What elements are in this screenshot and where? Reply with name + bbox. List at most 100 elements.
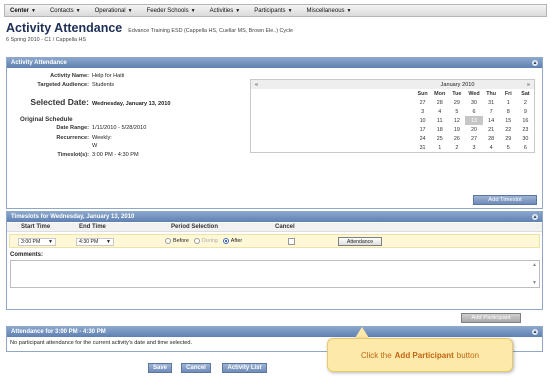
calendar-day[interactable]: 19 [448,125,465,134]
audience-row: Targeted Audience: Students [7,82,114,88]
radio-before[interactable]: Before [165,238,189,244]
calendar-day[interactable]: 8 [500,107,517,116]
collapse-icon[interactable]: ▴ [532,329,538,335]
calendar-day[interactable]: 3 [414,107,431,116]
calendar-day[interactable]: 31 [483,98,500,107]
radio-during[interactable]: During [193,238,218,244]
instruction-tooltip: Click the Add Participant button [327,338,513,372]
menu-activities[interactable]: Activities ▼ [210,8,241,14]
calendar-day[interactable]: 3 [465,143,482,152]
calendar-day[interactable]: 28 [483,134,500,143]
calendar-day[interactable]: 13 [465,116,483,125]
cancel-button[interactable]: Cancel [181,363,211,373]
calendar-day[interactable]: 30 [465,98,482,107]
calendar-day[interactable]: 14 [483,116,500,125]
calendar-day[interactable]: 29 [448,98,465,107]
calendar-day[interactable]: 11 [431,116,448,125]
menu-label: Feeder Schools [146,7,189,14]
tooltip-suffix: button [456,350,480,360]
calendar-day[interactable]: 26 [448,134,465,143]
radio-after[interactable]: After [222,238,243,244]
calendar-day[interactable]: 7 [483,107,500,116]
calendar-day[interactable]: 30 [517,134,534,143]
start-time-select[interactable]: 3:00 PM ▼ [18,238,56,246]
menu-contacts[interactable]: Contacts ▼ [50,8,81,14]
calendar-day[interactable]: 27 [465,134,482,143]
prev-month-icon[interactable]: « [255,82,258,88]
menu-miscellaneous[interactable]: Miscellaneous ▼ [307,8,352,14]
chevron-down-icon: ▼ [346,7,352,14]
attendance-button[interactable]: Attendance [338,237,382,246]
add-timeslot-button[interactable]: Add Timeslot [473,195,537,205]
scroll-up-icon[interactable]: ▲ [532,262,537,268]
radio-during-label: During [201,238,218,244]
calendar-day[interactable]: 31 [414,143,431,152]
collapse-icon[interactable]: ▴ [532,214,538,220]
add-participant-button[interactable]: Add Participant [461,313,521,323]
cancel-checkbox[interactable] [288,238,295,245]
activity-list-button[interactable]: Activity List [222,363,267,373]
period-selection: Before During After [165,238,242,244]
start-time-value: 3:00 PM [21,239,41,245]
calendar-day[interactable]: 9 [517,107,534,116]
calendar-day[interactable]: 10 [414,116,431,125]
calendar-day[interactable]: 18 [431,125,448,134]
calendar-day[interactable]: 23 [517,125,534,134]
menu-center[interactable]: Center ▼ [10,8,36,14]
menu-participants[interactable]: Participants ▼ [254,8,292,14]
calendar-day[interactable]: 17 [414,125,431,134]
activity-name-row: Activity Name: Help for Haiti [19,73,124,79]
date-range-value: 1/11/2010 - 5/28/2010 [92,125,147,131]
end-time-select[interactable]: 4:30 PM ▼ [76,238,114,246]
calendar-weekday: Fri [504,90,512,97]
calendar-day[interactable]: 5 [500,143,517,152]
col-start-time: Start Time [21,224,51,230]
calendar-header: « January 2010 » [251,80,534,89]
calendar-day[interactable]: 15 [500,116,517,125]
tooltip-prefix: Click the [360,350,392,360]
calendar-day[interactable]: 2 [517,98,534,107]
date-range-row: Date Range: 1/11/2010 - 5/28/2010 [7,125,146,131]
calendar-day[interactable]: 16 [517,116,534,125]
menu-operational[interactable]: Operational ▼ [95,8,133,14]
chevron-down-icon: ▼ [127,7,133,14]
save-button[interactable]: Save [148,363,172,373]
calendar-weekday: Wed [468,90,480,97]
collapse-icon[interactable]: ▴ [532,60,538,66]
calendar-day[interactable]: 5 [448,107,465,116]
next-month-icon[interactable]: » [527,82,530,88]
calendar-day[interactable]: 28 [431,98,448,107]
calendar-day[interactable]: 1 [431,143,448,152]
scroll-down-icon[interactable]: ▼ [532,280,537,286]
menu-label: Activities [209,7,234,14]
term-label: 6 Spring 2010 - C1 / Cappella HS [6,37,87,43]
radio-after-label: After [230,238,243,244]
calendar-day[interactable]: 22 [500,125,517,134]
activity-name-value: Help for Haiti [92,73,125,79]
top-menu-bar: Center ▼ Contacts ▼ Operational ▼ Feeder Sc… [4,4,547,17]
panel-title: Activity Attendance [11,60,67,66]
calendar-day[interactable]: 1 [500,98,517,107]
calendar-weekday: Sun [417,90,428,97]
calendar-day[interactable]: 27 [414,98,431,107]
menu-label: Participants [254,7,286,14]
menu-feeder-schools[interactable]: Feeder Schools ▼ [147,8,196,14]
calendar-day[interactable]: 12 [448,116,465,125]
calendar-day[interactable]: 21 [483,125,500,134]
comments-textarea[interactable]: ▲ ▼ [10,260,540,288]
calendar-day[interactable]: 6 [517,143,534,152]
calendar-day[interactable]: 25 [431,134,448,143]
calendar-day[interactable]: 4 [483,143,500,152]
calendar-day[interactable]: 6 [465,107,482,116]
calendar-day[interactable]: 2 [448,143,465,152]
audience-value: Students [92,82,115,88]
calendar-day[interactable]: 4 [431,107,448,116]
menu-label: Miscellaneous [306,7,345,14]
page-header: Activity Attendance Edvance Training ESD… [6,21,546,43]
calendar-day[interactable]: 20 [465,125,482,134]
menu-label: Contacts [49,7,74,14]
calendar-day[interactable]: 24 [414,134,431,143]
timeslots-panel-header: Timeslots for Wednesday, January 13, 201… [7,212,542,222]
timeslots-row: Timeslot(s): 3:00 PM - 4:30 PM [7,152,138,158]
calendar-day[interactable]: 29 [500,134,517,143]
